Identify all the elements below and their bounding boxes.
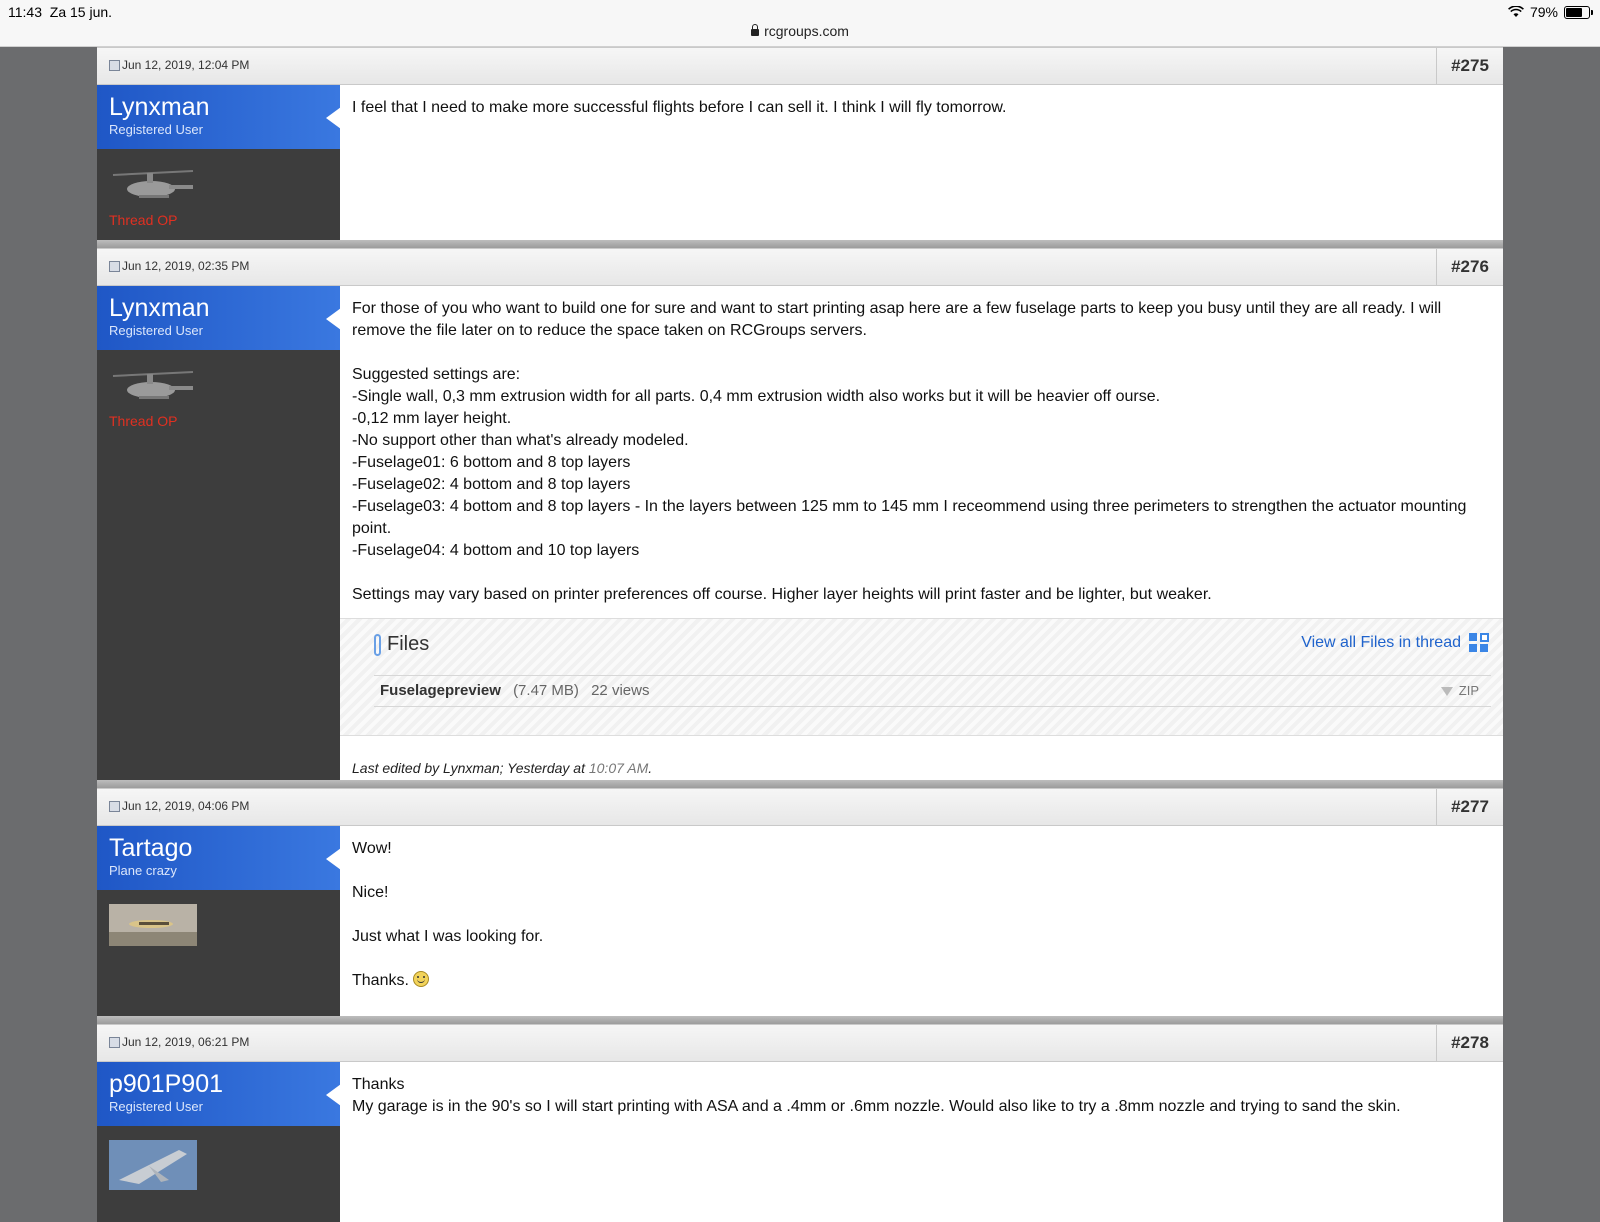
post-header: Jun 12, 2019, 12:04 PM #275 — [97, 47, 1503, 85]
username-link[interactable]: Tartago — [109, 834, 328, 862]
user-info: Lynxman Registered User Thread OP — [97, 85, 341, 240]
username-link[interactable]: Lynxman — [109, 294, 328, 322]
message-line: Wow! — [352, 840, 392, 857]
attachments-box: Files View all Files in thread Fuselagep… — [340, 618, 1503, 736]
view-all-files-link[interactable]: View all Files in thread — [1301, 633, 1489, 653]
post-date: Jun 12, 2019, 12:04 PM — [109, 58, 249, 72]
file-name-link[interactable]: Fuselagepreview — [380, 682, 501, 699]
post-header: Jun 12, 2019, 06:21 PM #278 — [97, 1024, 1503, 1062]
message-line: -0,12 mm layer height. — [352, 410, 512, 427]
battery-icon — [1564, 5, 1593, 19]
user-card: Lynxman Registered User — [97, 85, 341, 149]
message-line: For those of you who want to build one f… — [352, 300, 1442, 339]
post-date: Jun 12, 2019, 04:06 PM — [109, 799, 249, 813]
post-icon — [109, 1036, 120, 1048]
url-text: rcgroups.com — [764, 23, 849, 39]
user-info: Tartago Plane crazy — [97, 826, 341, 1016]
user-info: p901P901 Registered User — [97, 1062, 341, 1222]
username-link[interactable]: Lynxman — [109, 93, 328, 121]
files-heading: Files — [374, 633, 429, 656]
user-info: Lynxman Registered User Thread OP — [97, 286, 341, 780]
post-header: Jun 12, 2019, 02:35 PM #276 — [97, 248, 1503, 286]
download-arrow-icon — [1440, 686, 1453, 696]
user-title: Registered User — [109, 122, 203, 137]
avatar[interactable] — [109, 904, 197, 946]
thread-page: Jun 12, 2019, 12:04 PM #275 Lynxman Regi… — [97, 47, 1503, 1222]
post-header: Jun 12, 2019, 04:06 PM #277 — [97, 788, 1503, 826]
message-line: -Fuselage04: 4 bottom and 10 top layers — [352, 542, 640, 559]
file-size: (7.47 MB) — [513, 682, 579, 699]
user-card: p901P901 Registered User — [97, 1062, 341, 1126]
grid-icon — [1469, 633, 1489, 653]
post-message: Thanks My garage is in the 90's so I will… — [340, 1062, 1503, 1118]
message-line: Just what I was looking for. — [352, 928, 544, 945]
post-content: Wow! Nice! Just what I was looking for. Tha… — [340, 826, 1503, 1016]
post: Jun 12, 2019, 02:35 PM #276 Lynxman Regi… — [97, 248, 1503, 788]
smiley-icon — [413, 971, 430, 987]
thread-op-badge: Thread OP — [109, 212, 178, 228]
status-right: 79% — [1508, 4, 1593, 20]
message-line: I feel that I need to make more successf… — [352, 99, 1007, 116]
post-content: I feel that I need to make more successf… — [340, 85, 1503, 240]
lock-icon — [751, 24, 760, 36]
post-message: For those of you who want to build one f… — [340, 286, 1503, 606]
thread-op-badge: Thread OP — [109, 413, 178, 429]
message-line: -Fuselage01: 6 bottom and 8 top layers — [352, 454, 631, 471]
file-views: 22 views — [591, 682, 650, 699]
message-line: Thanks — [352, 1076, 405, 1093]
user-card: Tartago Plane crazy — [97, 826, 341, 890]
post-number-link[interactable]: #276 — [1436, 249, 1503, 285]
post: Jun 12, 2019, 12:04 PM #275 Lynxman Regi… — [97, 47, 1503, 248]
message-line: -No support other than what's already mo… — [352, 432, 689, 449]
address-bar[interactable]: rcgroups.com — [0, 23, 1600, 39]
post-content: For those of you who want to build one f… — [340, 286, 1503, 780]
user-title: Registered User — [109, 1099, 203, 1114]
avatar[interactable] — [109, 163, 197, 205]
user-card: Lynxman Registered User — [97, 286, 341, 350]
message-line: -Single wall, 0,3 mm extrusion width for… — [352, 388, 1161, 405]
avatar[interactable] — [109, 364, 197, 406]
post: Jun 12, 2019, 06:21 PM #278 p901P901 Reg… — [97, 1024, 1503, 1222]
status-bar: 11:43 Za 15 jun. 79% rcgroups.com — [0, 0, 1600, 47]
post-number-link[interactable]: #277 — [1436, 789, 1503, 825]
message-line: Suggested settings are: — [352, 366, 521, 383]
user-title: Registered User — [109, 323, 203, 338]
post-icon — [109, 59, 120, 71]
battery-percent: 79% — [1529, 4, 1558, 20]
avatar[interactable] — [109, 1140, 197, 1190]
post-message: I feel that I need to make more successf… — [340, 85, 1503, 119]
message-line: Thanks. — [352, 970, 1491, 992]
paperclip-icon — [374, 633, 381, 656]
post-date: Jun 12, 2019, 02:35 PM — [109, 259, 249, 273]
message-line: -Fuselage03: 4 bottom and 8 top layers -… — [352, 498, 1467, 537]
post-divider — [97, 1016, 1503, 1024]
user-title: Plane crazy — [109, 863, 177, 878]
edit-note: Last edited by Lynxman; Yesterday at 10:… — [352, 760, 653, 776]
post-icon — [109, 800, 120, 812]
post: Jun 12, 2019, 04:06 PM #277 Tartago Plan… — [97, 788, 1503, 1024]
file-type: ZIP — [1440, 676, 1479, 706]
post-message: Wow! Nice! Just what I was looking for. Tha… — [340, 826, 1503, 992]
post-icon — [109, 260, 120, 272]
post-number-link[interactable]: #278 — [1436, 1025, 1503, 1061]
status-time: 11:43 Za 15 jun. — [8, 4, 113, 20]
username-link[interactable]: p901P901 — [109, 1070, 328, 1098]
post-number-link[interactable]: #275 — [1436, 48, 1503, 84]
post-divider — [97, 240, 1503, 248]
post-content: Thanks My garage is in the 90's so I will… — [340, 1062, 1503, 1222]
message-line: -Fuselage02: 4 bottom and 8 top layers — [352, 476, 631, 493]
message-line: Nice! — [352, 884, 389, 901]
message-line: Settings may vary based on printer prefe… — [352, 586, 1212, 603]
file-row[interactable]: Fuselagepreview (7.47 MB) 22 views ZIP — [374, 675, 1491, 707]
wifi-icon — [1508, 6, 1524, 17]
post-date: Jun 12, 2019, 06:21 PM — [109, 1035, 249, 1049]
message-line: My garage is in the 90's so I will start… — [352, 1098, 1401, 1115]
